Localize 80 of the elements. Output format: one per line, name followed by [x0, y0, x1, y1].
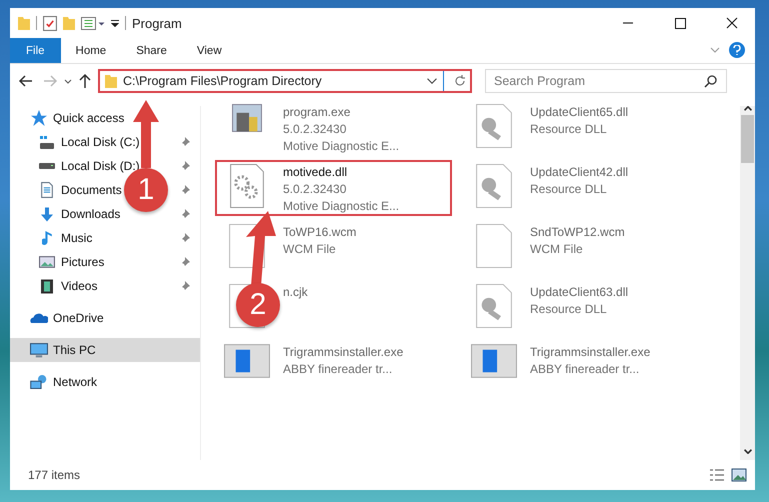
file-detail: WCM File [530, 241, 583, 258]
pin-icon[interactable] [180, 233, 190, 243]
pin-icon[interactable] [180, 209, 190, 219]
window-title: Program [132, 16, 183, 30]
key-file-icon [476, 104, 512, 148]
gear-file-icon [230, 164, 264, 208]
file-name: ToWP16.wcm [283, 224, 356, 241]
folder-icon [105, 74, 117, 88]
key-file-icon [476, 284, 512, 328]
ribbon-tab[interactable]: Share [121, 38, 182, 63]
music-note-icon [42, 230, 52, 246]
file-name: UpdateClient42.dll [530, 164, 628, 181]
search-icon [704, 74, 718, 88]
pictures-icon [39, 256, 55, 268]
sidebar-item[interactable]: Network [30, 375, 98, 389]
pin-icon[interactable] [180, 185, 190, 195]
dropdown-icon[interactable] [111, 20, 119, 26]
file-name: Trigrammsinstaller.exe [530, 344, 650, 361]
sidebar-item[interactable]: Downloads [38, 206, 120, 222]
ribbon-tab[interactable]: File [10, 38, 61, 63]
large-icons-view-icon[interactable] [731, 468, 747, 482]
file-detail: Resource DLL [530, 181, 607, 198]
sidebar-item[interactable]: Music [38, 230, 92, 246]
file-detail: ABBY finereader tr... [530, 361, 640, 378]
star-icon [31, 110, 47, 126]
drive-icon [39, 136, 55, 148]
installer-icon [471, 344, 517, 378]
sidebar-item[interactable]: Videos [38, 278, 98, 294]
download-icon [40, 206, 54, 222]
file-icon [476, 224, 512, 268]
file-name: Trigrammsinstaller.exe [283, 344, 404, 361]
file-detail: WCM File [283, 241, 336, 258]
ribbon-tab[interactable]: View [182, 38, 237, 63]
step-badge: 2 [236, 283, 280, 327]
sidebar-item[interactable]: Quick access [30, 110, 124, 126]
file-name: motivede.dll [283, 164, 348, 181]
sidebar-item[interactable]: OneDrive [30, 311, 104, 325]
file-detail: 5.0.2.32430 [283, 181, 346, 198]
cloud-icon [30, 313, 48, 323]
file-name: UpdateClient63.dll [530, 284, 628, 301]
document-icon [41, 182, 53, 198]
dropdown-caret-icon[interactable] [427, 78, 437, 84]
pin-icon[interactable] [180, 257, 190, 267]
scroll-down-icon[interactable] [744, 449, 752, 454]
pin-icon[interactable] [180, 137, 190, 147]
search-field[interactable]: Search Program [485, 69, 727, 93]
network-icon [30, 375, 48, 389]
file-name: program.exe [283, 104, 350, 121]
file-detail: Motive Diagnostic E... [283, 138, 400, 155]
file-name: n.cjk [283, 284, 308, 301]
item-count: 177 items [28, 468, 80, 482]
file-detail: Resource DLL [530, 301, 607, 318]
file-detail: Motive Diagnostic E... [283, 198, 400, 215]
film-icon [41, 278, 53, 294]
properties-icon[interactable] [43, 16, 57, 30]
sidebar-item[interactable]: Documents [38, 182, 122, 198]
scroll-up-icon[interactable] [744, 106, 752, 111]
file-item[interactable]: motivede.dll 5.0.2.32430 Motive Diagnostic E... [215, 160, 452, 216]
drive-icon [39, 163, 55, 169]
recent-caret-icon[interactable] [64, 78, 72, 84]
computer-icon [30, 342, 48, 358]
program-icon [232, 104, 262, 132]
file-name: UpdateClient65.dll [530, 104, 628, 121]
sidebar-item[interactable]: Local Disk (C:) [38, 135, 140, 149]
ribbon-tab[interactable]: Home [60, 38, 122, 63]
file-detail: ABBY finereader tr... [283, 361, 392, 378]
key-file-icon [476, 164, 512, 208]
scroll-thumb[interactable] [741, 115, 754, 163]
details-view-icon[interactable] [709, 468, 725, 482]
pin-icon[interactable] [180, 161, 190, 171]
view-options-icon[interactable] [81, 16, 105, 30]
installer-icon [224, 344, 270, 378]
help-icon[interactable] [729, 42, 745, 58]
file-detail: 5.0.2.32430 [283, 121, 346, 138]
file-name: SndToWP12.wcm [530, 224, 625, 241]
scrollbar[interactable] [740, 106, 755, 460]
file-detail: Resource DLL [530, 121, 607, 138]
pin-icon[interactable] [180, 281, 190, 291]
address-field[interactable]: C:\Program Files\Program Directory [98, 69, 472, 93]
sidebar-item[interactable]: Pictures [38, 255, 104, 269]
